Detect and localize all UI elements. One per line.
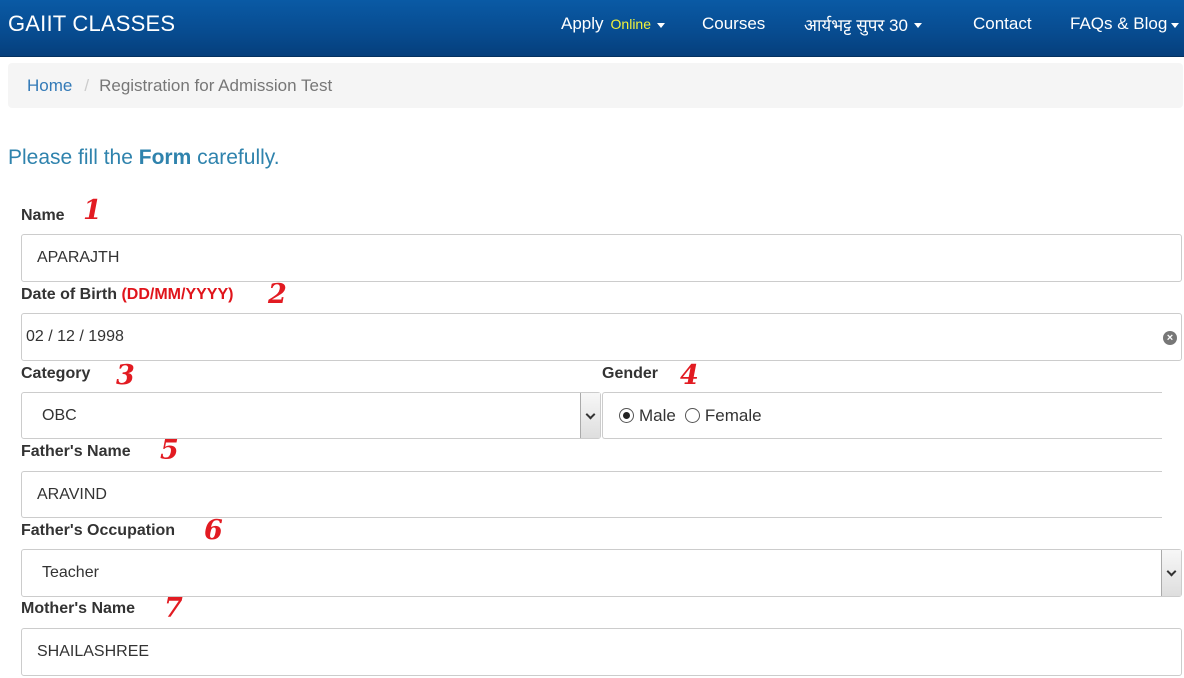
breadcrumb-separator: / (84, 75, 90, 95)
name-input-value: APARAJTH (37, 249, 120, 266)
chevron-down-icon[interactable] (580, 393, 600, 438)
caret-down-icon (1171, 22, 1180, 28)
title-pre: Please fill the (8, 146, 139, 169)
marker-4: 4 (680, 360, 699, 391)
breadcrumb: Home / Registration for Admission Test (8, 63, 1183, 108)
dob-input-value: 02 / 12 / 1998 (26, 328, 124, 345)
mother-name-input[interactable]: SHAILASHREE (21, 628, 1182, 676)
father-occupation-select[interactable]: Teacher (21, 549, 1182, 597)
name-label: Name (21, 207, 65, 224)
clear-circle-icon[interactable]: × (1163, 331, 1177, 345)
nav-apply-online-label: Online (610, 16, 651, 32)
breadcrumb-home-link[interactable]: Home (27, 76, 72, 96)
dob-format-hint: (DD/MM/YYYY) (121, 286, 234, 303)
mother-name-label: Mother's Name (21, 600, 136, 617)
category-label: Category (21, 365, 91, 382)
marker-7: 7 (164, 593, 183, 624)
nav-faqs-label: FAQs & Blog (1070, 14, 1168, 33)
nav-super30[interactable]: आर्यभट्ट सुपर 30 (804, 13, 922, 36)
gender-female-label: Female (704, 405, 762, 425)
nav-faqs-blog[interactable]: FAQs & Blog (1070, 14, 1180, 34)
page-title: Please fill the Form carefully. (8, 146, 280, 170)
marker-5: 5 (160, 435, 179, 466)
nav-apply-label: Apply (561, 14, 604, 33)
gender-label: Gender (602, 365, 659, 382)
chevron-down-icon[interactable] (1161, 550, 1181, 596)
radio-checked-icon[interactable] (619, 408, 634, 423)
navbar: GAIIT CLASSES Apply Online Courses आर्यभ… (0, 0, 1184, 57)
nav-contact[interactable]: Contact (973, 14, 1032, 34)
gender-male-label: Male (639, 405, 676, 425)
category-select[interactable]: OBC (21, 392, 601, 439)
title-post: carefully. (191, 146, 280, 169)
nav-apply-online[interactable]: Apply Online (561, 14, 665, 34)
father-name-input[interactable]: ARAVIND (21, 471, 1162, 518)
father-occupation-label: Father's Occupation (21, 522, 176, 539)
radio-unchecked-icon[interactable] (684, 408, 700, 423)
brand-logo[interactable]: GAIIT CLASSES (8, 11, 175, 37)
mother-name-value: SHAILASHREE (37, 643, 150, 660)
dob-label-text: Date of Birth (21, 286, 117, 303)
nav-super30-label: आर्यभट्ट सुपर 30 (804, 16, 908, 35)
dob-label: Date of Birth (DD/MM/YYYY) (21, 286, 233, 304)
marker-2: 2 (268, 279, 287, 310)
nav-courses[interactable]: Courses (702, 14, 765, 34)
marker-1: 1 (83, 195, 102, 226)
name-input[interactable]: APARAJTH (21, 234, 1182, 282)
dob-input[interactable]: 02 / 12 / 1998 × (21, 313, 1182, 361)
nav-courses-label: Courses (702, 14, 766, 33)
title-bold: Form (138, 146, 192, 169)
gender-radio-group: Male Female (602, 392, 1162, 439)
marker-3: 3 (116, 360, 135, 391)
father-name-value: ARAVIND (37, 485, 107, 503)
gender-option-male[interactable]: Male (619, 406, 676, 426)
gender-option-female[interactable]: Female (684, 405, 762, 426)
caret-down-icon (657, 22, 665, 28)
nav-contact-label: Contact (973, 14, 1032, 33)
father-name-label: Father's Name (21, 443, 131, 460)
caret-down-icon (913, 23, 922, 28)
marker-6: 6 (204, 515, 223, 546)
breadcrumb-current: Registration for Admission Test (99, 75, 333, 95)
father-occupation-value: Teacher (42, 564, 99, 581)
category-select-value: OBC (42, 406, 77, 424)
